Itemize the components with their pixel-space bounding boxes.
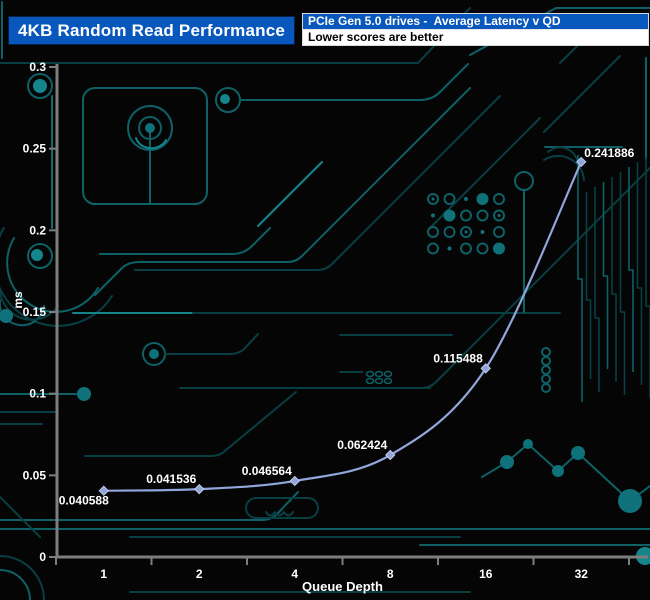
- x-axis-title: Queue Depth: [302, 579, 383, 594]
- latency-line-chart: 0 0.05 0.1 0.15 0.2 0.25 0.3 1 2 4 8 16 32 ms Queue De…: [11, 60, 648, 594]
- data-point-label: 0.040588: [59, 494, 109, 508]
- x-tick-label: 1: [100, 567, 107, 581]
- chart-title: 4KB Random Read Performance: [17, 20, 286, 40]
- chart-title-bar: 4KB Random Read Performance: [8, 16, 295, 45]
- y-tick-label: 0.15: [23, 305, 47, 319]
- x-tick-label: 8: [387, 567, 394, 581]
- x-tick-label: 16: [479, 567, 493, 581]
- y-tick-label: 0.05: [23, 468, 47, 482]
- chart-subtitle: PCIe Gen 5.0 drives - Average Latency v …: [303, 14, 648, 30]
- data-point-label: 0.062424: [337, 438, 387, 452]
- data-point-label: 0.241886: [584, 146, 634, 160]
- y-tick-label: 0.3: [29, 60, 46, 74]
- chart-subtitle-box: PCIe Gen 5.0 drives - Average Latency v …: [302, 13, 649, 46]
- data-point-label: 0.046564: [242, 464, 292, 478]
- y-axis-title: ms: [11, 291, 25, 309]
- y-tick-label: 0.25: [23, 142, 47, 156]
- y-tick-label: 0.1: [29, 387, 46, 401]
- y-tick-label: 0.2: [29, 223, 46, 237]
- x-tick-label: 4: [291, 567, 298, 581]
- y-tick-label: 0: [39, 550, 46, 564]
- x-tick-label: 32: [575, 567, 589, 581]
- benchmark-chart-screenshot: 0 0.05 0.1 0.15 0.2 0.25 0.3 1 2 4 8 16 32 ms Queue De…: [0, 0, 650, 600]
- data-point-label: 0.115488: [433, 351, 483, 365]
- chart-note: Lower scores are better: [303, 30, 648, 45]
- data-point-label: 0.041536: [146, 472, 196, 486]
- x-tick-label: 2: [196, 567, 203, 581]
